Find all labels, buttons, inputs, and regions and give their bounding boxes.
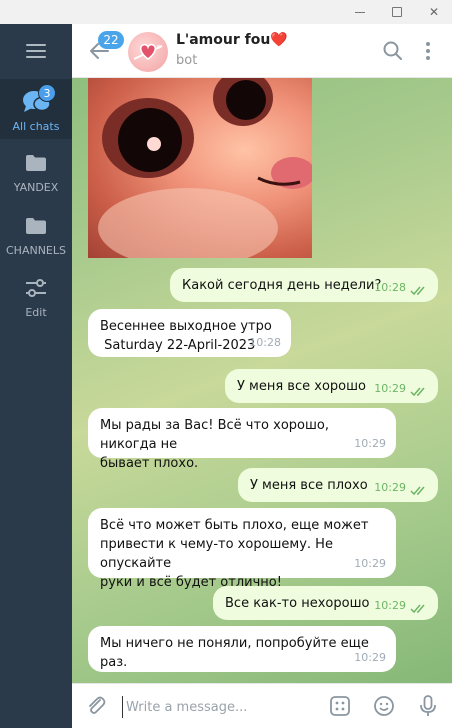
message-input[interactable] xyxy=(122,696,322,718)
microphone-icon[interactable] xyxy=(416,694,440,718)
message-composer xyxy=(72,683,452,728)
double-check-icon xyxy=(410,486,425,496)
message-time: 10:28 xyxy=(374,281,406,294)
message-incoming[interactable]: Всё что может быть плохо, еще может прив… xyxy=(88,508,396,590)
message-time: 10:29 xyxy=(354,437,386,450)
message-time: 10:28 xyxy=(249,336,281,349)
avatar[interactable] xyxy=(128,32,168,72)
chat-title[interactable]: L'amour fou❤️ xyxy=(176,32,288,48)
folder-yandex[interactable]: YANDEX xyxy=(0,142,72,202)
message-outgoing[interactable]: Какой сегодня день недели? 10:28 xyxy=(170,268,438,302)
more-vertical-icon[interactable] xyxy=(417,40,439,62)
message-line: Мы ничего не поняли, попробуйте еще раз. xyxy=(100,636,369,670)
message-text: Все как-то нехорошо xyxy=(225,596,370,611)
folder-edit[interactable]: Edit xyxy=(0,272,72,332)
double-check-icon xyxy=(410,387,425,397)
message-incoming[interactable]: Мы рады за Вас! Всё что хорошо, никогда … xyxy=(88,408,396,471)
unread-count-badge: 22 xyxy=(98,31,124,49)
folder-label: Edit xyxy=(25,306,47,319)
message-outgoing[interactable]: Все как-то нехорошо 10:29 xyxy=(213,586,438,620)
message-time: 10:29 xyxy=(374,599,406,612)
message-outgoing[interactable]: У меня все плохо 10:29 xyxy=(238,468,438,502)
chat-header: 22 L'amour fou❤️ bot xyxy=(72,24,452,78)
message-time: 10:29 xyxy=(354,651,386,664)
folder-label: CHANNELS xyxy=(6,244,66,257)
message-time: 10:29 xyxy=(354,557,386,570)
folder-label: YANDEX xyxy=(13,181,59,194)
message-time: 10:29 xyxy=(374,382,406,395)
message-text: У меня все хорошо xyxy=(237,379,366,394)
message-line: Всё что может быть плохо, еще может xyxy=(100,518,369,533)
menu-icon[interactable] xyxy=(26,44,46,58)
heart-arrow-icon xyxy=(133,43,163,60)
folders-sidebar: 3 All chats YANDEX CHANNELS Edit xyxy=(0,24,72,728)
double-check-icon xyxy=(410,604,425,614)
chat-subtitle: bot xyxy=(176,53,198,68)
folder-all-chats[interactable]: 3 All chats xyxy=(0,79,72,139)
sliders-icon xyxy=(26,279,46,297)
message-list[interactable]: Какой сегодня день недели? 10:28 Весенне… xyxy=(72,78,452,683)
cat-face-image xyxy=(98,78,312,258)
emoji-icon[interactable] xyxy=(372,694,396,718)
paperclip-icon[interactable] xyxy=(84,694,108,718)
double-check-icon xyxy=(410,286,425,296)
search-icon[interactable] xyxy=(382,40,404,62)
message-incoming[interactable]: Мы ничего не поняли, попробуйте еще раз.… xyxy=(88,626,396,672)
close-button[interactable]: ✕ xyxy=(424,2,444,22)
folder-icon xyxy=(26,218,46,234)
minimize-icon xyxy=(355,12,365,13)
folder-channels[interactable]: CHANNELS xyxy=(0,210,72,270)
maximize-button[interactable] xyxy=(387,2,407,22)
window-titlebar: ✕ xyxy=(0,0,452,24)
maximize-icon xyxy=(392,7,402,17)
message-time: 10:29 xyxy=(374,481,406,494)
all-chats-badge: 3 xyxy=(38,84,56,102)
message-line: Мы рады за Вас! Всё что хорошо, никогда … xyxy=(100,418,329,452)
message-incoming[interactable]: Весеннее выходное утро Saturday 22-April… xyxy=(88,309,291,357)
message-outgoing[interactable]: У меня все хорошо 10:29 xyxy=(225,369,438,403)
cat-photo[interactable] xyxy=(88,78,312,258)
folder-label: All chats xyxy=(12,120,60,133)
message-text: У меня все плохо xyxy=(250,478,368,493)
minimize-button[interactable] xyxy=(350,2,370,22)
message-text: Какой сегодня день недели? xyxy=(182,278,382,293)
message-line: привести к чему-то хорошему. Не опускайт… xyxy=(100,537,333,571)
bot-commands-icon[interactable] xyxy=(328,694,352,718)
folder-icon xyxy=(26,155,46,171)
